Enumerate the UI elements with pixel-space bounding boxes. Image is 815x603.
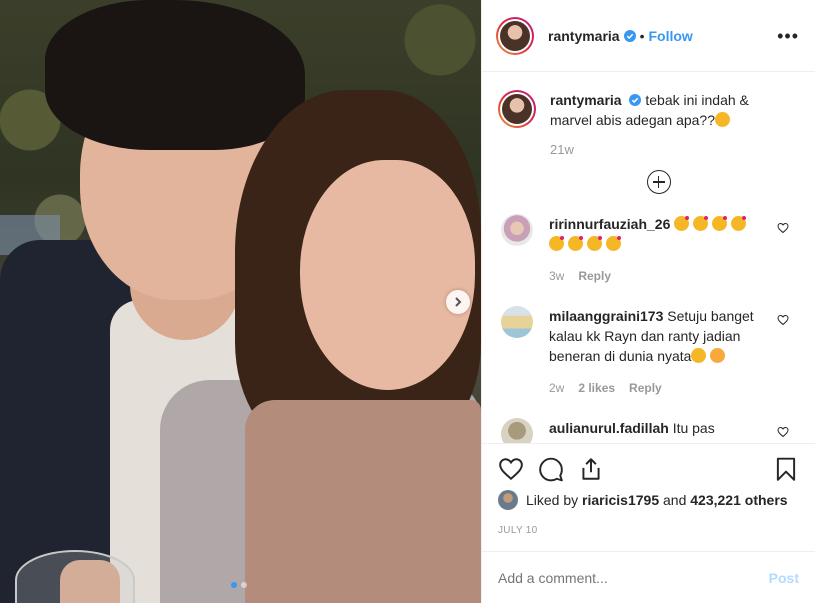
reply-button[interactable]: Reply (629, 378, 662, 398)
plus-circle-icon (646, 170, 671, 194)
kiss-emoji-icon (693, 216, 709, 231)
caption-username[interactable]: rantymaria (550, 92, 622, 108)
kiss-emoji-icon (587, 236, 602, 251)
kiss-emoji-icon (549, 236, 564, 251)
header-separator: • (639, 27, 645, 44)
post-comment-button[interactable]: Post (769, 570, 799, 586)
like-heart-icon[interactable] (498, 456, 524, 482)
add-comment-section: Post (482, 551, 815, 603)
avatar[interactable] (496, 16, 534, 55)
smile-emoji-icon (691, 348, 707, 363)
photo-woman-face (300, 160, 475, 390)
comment-item: milaanggraini173 Setuju banget kalau kk … (498, 306, 799, 398)
liker-avatar[interactable] (498, 490, 518, 510)
likes-summary: Liked by riaricis1795 and 423,221 others (498, 490, 788, 510)
kiss-emoji-icon (712, 216, 728, 231)
follow-button[interactable]: Follow (649, 28, 693, 44)
comment-input[interactable] (498, 569, 769, 586)
share-icon[interactable] (578, 456, 604, 482)
likes-count[interactable]: 423,221 others (690, 492, 787, 508)
likes-connector: and (663, 492, 687, 508)
heart-icon[interactable] (777, 426, 789, 438)
comment-time[interactable]: 2w (549, 378, 564, 398)
next-slide-button[interactable] (446, 290, 470, 314)
comment-username[interactable]: ririnnurfauziah_26 (549, 216, 670, 232)
comment-username[interactable]: milaanggraini173 (549, 308, 663, 324)
post-header: rantymaria • Follow ••• (482, 0, 815, 72)
chevron-right-icon (455, 297, 462, 307)
comment-item: ririnnurfauziah_26 3w Reply (498, 214, 799, 286)
post-date[interactable]: JULY 10 (498, 525, 538, 536)
carousel-dot-active (231, 582, 237, 588)
photo-cup (15, 550, 135, 603)
comment-avatar[interactable] (501, 306, 533, 338)
post-photo[interactable] (0, 0, 481, 603)
photo-man-hair (45, 0, 305, 150)
comment-bubble-icon[interactable] (538, 456, 564, 482)
load-more-comments-button[interactable] (518, 170, 799, 194)
comments-list[interactable]: rantymaria tebak ini indah & marvel abis… (482, 73, 815, 443)
likes-prefix: Liked by (526, 492, 579, 508)
photo-woman-top (245, 400, 481, 603)
heart-icon[interactable] (777, 314, 789, 326)
liker-username[interactable]: riaricis1795 (582, 492, 659, 508)
verified-badge-icon (623, 29, 636, 42)
kiss-emoji-icon (674, 216, 690, 231)
comment-item: aulianurul.fadillah Itu pas adegan (498, 418, 799, 443)
heart-eyes-emoji-icon (710, 348, 726, 363)
comment-username[interactable]: aulianurul.fadillah (549, 420, 669, 436)
kiss-emoji-icon (568, 236, 583, 251)
kiss-emoji-icon (606, 236, 621, 251)
kiss-emoji-icon (731, 216, 747, 231)
comment-avatar[interactable] (501, 418, 533, 443)
header-username[interactable]: rantymaria (548, 28, 620, 44)
post-side-panel: rantymaria • Follow ••• rantymaria tebak… (481, 0, 815, 603)
post-caption: rantymaria tebak ini indah & marvel abis… (498, 73, 799, 160)
verified-badge-icon (629, 94, 642, 106)
comment-time[interactable]: 3w (549, 266, 564, 286)
caption-time[interactable]: 21w (550, 140, 760, 160)
post-actions-bar (482, 443, 815, 482)
comment-avatar[interactable] (501, 214, 533, 246)
heart-icon[interactable] (777, 222, 789, 234)
tongue-emoji-icon (715, 112, 731, 127)
carousel-indicator (231, 582, 247, 588)
more-options-icon[interactable]: ••• (777, 27, 799, 45)
carousel-dot (241, 582, 247, 588)
reply-button[interactable]: Reply (578, 266, 611, 286)
bookmark-icon[interactable] (773, 456, 799, 482)
caption-avatar[interactable] (498, 90, 536, 128)
comment-likes[interactable]: 2 likes (578, 378, 615, 398)
